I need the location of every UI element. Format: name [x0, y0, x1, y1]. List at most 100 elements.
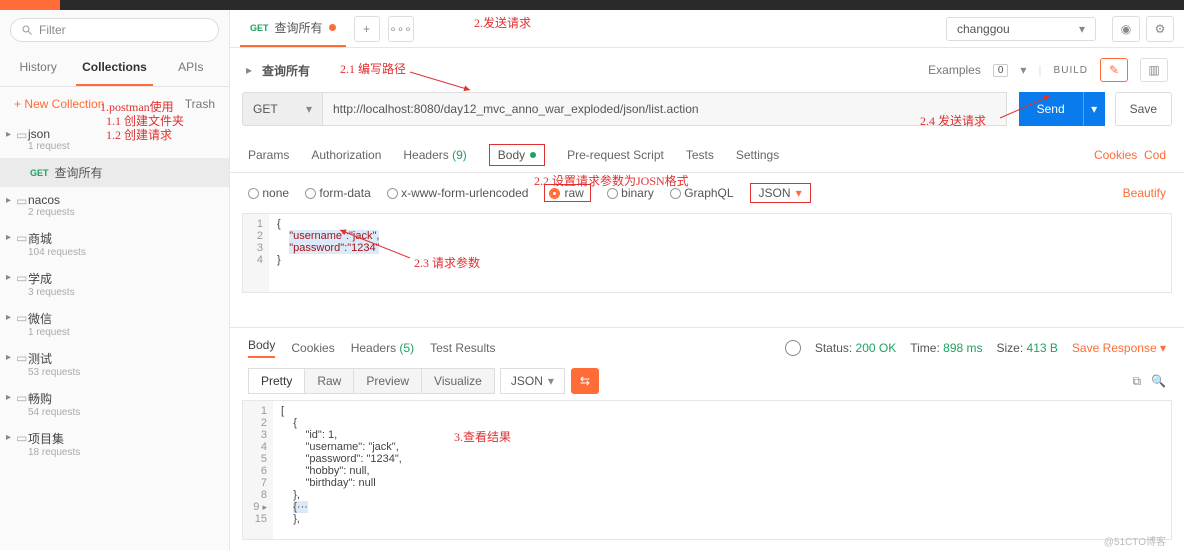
caret-down-icon: ▾ [796, 186, 802, 200]
tab-body[interactable]: Body [489, 144, 545, 166]
collection-sub: 104 requests [28, 247, 219, 258]
folder-icon: ▭ [16, 271, 27, 285]
chevron-right-icon: ▸ [6, 312, 11, 323]
settings-icon[interactable]: ⚙ [1146, 16, 1174, 42]
save-button[interactable]: Save [1115, 92, 1172, 126]
body-type-row: none form-data x-www-form-urlencoded raw… [230, 173, 1184, 207]
radio-graphql[interactable]: GraphQL [670, 186, 734, 200]
url-input[interactable]: http://localhost:8080/day12_mvc_anno_war… [322, 92, 1007, 126]
collection-name: 学成 [28, 270, 219, 287]
tab-auth[interactable]: Authorization [311, 142, 381, 168]
tab-settings[interactable]: Settings [736, 142, 779, 168]
radio-formdata[interactable]: form-data [305, 186, 371, 200]
method-dropdown[interactable]: GET ▾ [242, 92, 322, 126]
tab-name: 查询所有 [275, 19, 323, 36]
folder-icon: ▭ [16, 351, 27, 365]
response-body-editor[interactable]: 1 2 3 4 5 6 7 8 9 ▸ 15 [ { "id": 1, "use… [242, 400, 1172, 540]
new-collection-button[interactable]: + New Collection [14, 97, 104, 111]
collection-name: 微信 [28, 310, 219, 327]
resp-tab-body[interactable]: Body [248, 338, 275, 358]
caret-down-icon[interactable]: ▾ [1020, 63, 1026, 77]
send-button[interactable]: Send [1019, 92, 1083, 126]
collection-item[interactable]: ▸ ▭ nacos 2 requests [0, 187, 229, 224]
new-tab-button[interactable]: + [354, 16, 380, 42]
beautify-link[interactable]: Beautify [1123, 186, 1166, 200]
folder-icon: ▭ [16, 128, 27, 142]
collection-item[interactable]: ▸ ▭ 畅购 54 requests [0, 384, 229, 424]
save-response-link[interactable]: Save Response ▾ [1072, 341, 1166, 355]
fmt-pretty[interactable]: Pretty [248, 368, 305, 394]
resp-tab-cookies[interactable]: Cookies [291, 341, 334, 355]
url-value: http://localhost:8080/day12_mvc_anno_war… [333, 102, 699, 116]
collection-item[interactable]: ▸ ▭ json 1 request [0, 121, 229, 158]
sidebar-request-item[interactable]: GET 查询所有 [0, 158, 229, 187]
examples-label: Examples [928, 63, 981, 77]
folder-icon: ▭ [16, 391, 27, 405]
tab-more-button[interactable]: ∘∘∘ [388, 16, 414, 42]
menu-button[interactable] [0, 0, 60, 10]
resp-tab-headers[interactable]: Headers (5) [351, 341, 414, 355]
chevron-right-icon: ▸ [6, 232, 11, 243]
collection-sub: 54 requests [28, 407, 219, 418]
trash-link[interactable]: Trash [185, 97, 215, 111]
tab-params[interactable]: Params [248, 142, 289, 168]
collection-name: 测试 [28, 350, 219, 367]
panel-icon[interactable]: ▥ [1140, 58, 1168, 82]
request-name-bar: ▸ 查询所有 Examples 0 ▾ | BUILD ✎ ▥ [230, 48, 1184, 92]
content: GET 查询所有 + ∘∘∘ changgou ▾ ◉ ⚙ ▸ 查询所有 Exa… [230, 10, 1184, 550]
chevron-right-icon: ▸ [6, 195, 11, 206]
cookies-link[interactable]: Cookies Cod [1094, 148, 1166, 162]
tab-apis[interactable]: APIs [153, 50, 229, 86]
tab-tests[interactable]: Tests [686, 142, 714, 168]
build-label[interactable]: BUILD [1054, 65, 1088, 76]
tab-history[interactable]: History [0, 50, 76, 86]
response-header: Body Cookies Headers (5) Test Results St… [230, 327, 1184, 362]
method-value: GET [253, 102, 278, 116]
green-dot-icon [530, 152, 536, 158]
chevron-right-icon: ▸ [6, 392, 11, 403]
radio-urlencoded[interactable]: x-www-form-urlencoded [387, 186, 529, 200]
collection-item[interactable]: ▸ ▭ 微信 1 request [0, 304, 229, 344]
collection-item[interactable]: ▸ ▭ 测试 53 requests [0, 344, 229, 384]
resp-format-dropdown[interactable]: JSON ▾ [500, 368, 565, 394]
wrap-button[interactable]: ⇆ [571, 368, 599, 394]
copy-icon[interactable]: ⧉ [1132, 374, 1141, 389]
fmt-raw[interactable]: Raw [304, 368, 354, 394]
request-tab[interactable]: GET 查询所有 [240, 10, 346, 47]
size-label: Size: 413 B [997, 341, 1058, 355]
resp-tab-tests[interactable]: Test Results [430, 341, 495, 355]
tab-headers[interactable]: Headers (9) [403, 142, 466, 168]
collapse-icon[interactable]: ▸ [246, 63, 252, 77]
radio-none[interactable]: none [248, 186, 289, 200]
eye-icon[interactable]: ◉ [1112, 16, 1140, 42]
filter-placeholder: Filter [39, 23, 66, 37]
fmt-preview[interactable]: Preview [353, 368, 422, 394]
search-icon [21, 24, 33, 36]
caret-down-icon: ▾ [1079, 22, 1085, 36]
request-body-editor[interactable]: 1234 { "username":"jack", "password":"12… [242, 213, 1172, 293]
collection-item[interactable]: ▸ ▭ 项目集 18 requests [0, 424, 229, 464]
caret-down-icon: ▾ [306, 102, 312, 116]
collection-name: nacos [28, 193, 219, 207]
search-icon[interactable]: 🔍 [1151, 374, 1166, 389]
fmt-visualize[interactable]: Visualize [421, 368, 495, 394]
collection-item[interactable]: ▸ ▭ 学成 3 requests [0, 264, 229, 304]
chevron-right-icon: ▸ [6, 129, 11, 140]
body-format-dropdown[interactable]: JSON ▾ [750, 183, 811, 203]
sidebar: Filter History Collections APIs + New Co… [0, 10, 230, 550]
collection-sub: 2 requests [28, 207, 219, 218]
send-dropdown[interactable]: ▾ [1083, 92, 1105, 126]
workspace-selector[interactable]: changgou ▾ [946, 17, 1096, 41]
collection-sub: 18 requests [28, 447, 219, 458]
comment-icon[interactable]: ✎ [1100, 58, 1128, 82]
send-label: Send [1037, 102, 1065, 116]
tab-prerequest[interactable]: Pre-request Script [567, 142, 664, 168]
filter-input[interactable]: Filter [10, 18, 219, 42]
request-subtabs: Params Authorization Headers (9) Body Pr… [230, 138, 1184, 173]
response-format-row: Pretty Raw Preview Visualize JSON ▾ ⇆ ⧉ … [230, 362, 1184, 400]
radio-raw[interactable]: raw [544, 184, 590, 202]
tab-collections[interactable]: Collections [76, 50, 152, 86]
radio-binary[interactable]: binary [607, 186, 654, 200]
collection-item[interactable]: ▸ ▭ 商城 104 requests [0, 224, 229, 264]
globe-icon [785, 340, 801, 356]
